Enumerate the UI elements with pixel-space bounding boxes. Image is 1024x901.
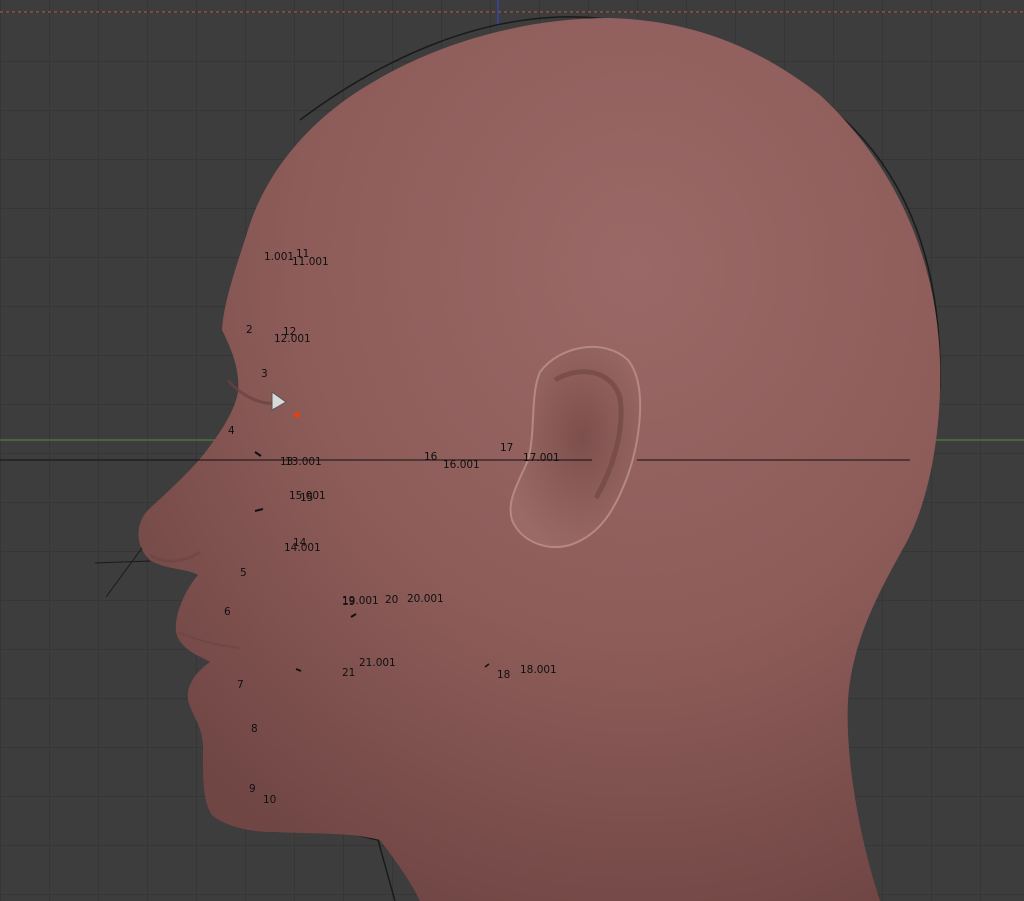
landmark-label: 7	[237, 679, 244, 691]
landmark-label: 21.001	[359, 657, 396, 669]
landmark-label: 17	[500, 442, 514, 454]
selected-vertex[interactable]	[294, 412, 300, 418]
landmark-label: 1.001	[264, 251, 295, 263]
landmark-label: 18.001	[520, 664, 557, 676]
landmark-label: 5	[240, 567, 247, 579]
landmark-label: 13.001	[285, 456, 322, 468]
landmark-label: 3	[261, 368, 268, 380]
landmark-label: 15	[300, 492, 314, 504]
landmark-label: 4	[228, 425, 235, 437]
landmark-label: 21	[342, 667, 356, 679]
landmark-label: 20	[385, 594, 399, 606]
landmark-label: 19.001	[342, 595, 379, 607]
landmark-label: 17.001	[523, 452, 560, 464]
landmark-label: 14.001	[284, 542, 321, 554]
landmark-label: 8	[251, 723, 258, 735]
landmark-label: 18	[497, 669, 511, 681]
landmark-label: 16.001	[443, 459, 480, 471]
landmark-label: 16	[424, 451, 438, 463]
wire-line-a	[94, 560, 151, 564]
landmark-label: 12.001	[274, 333, 311, 345]
landmark-label: 20.001	[407, 593, 444, 605]
landmark-label: 2	[246, 324, 253, 336]
3d-viewport[interactable]: 1.001 11 11.001 2 12 12.001 3 4 13 13.00…	[0, 0, 1024, 901]
wire-line-b	[105, 547, 143, 598]
landmark-label: 10	[263, 794, 277, 806]
landmark-label: 9	[249, 783, 256, 795]
landmark-label: 6	[224, 606, 231, 618]
landmark-label: 11.001	[292, 256, 329, 268]
